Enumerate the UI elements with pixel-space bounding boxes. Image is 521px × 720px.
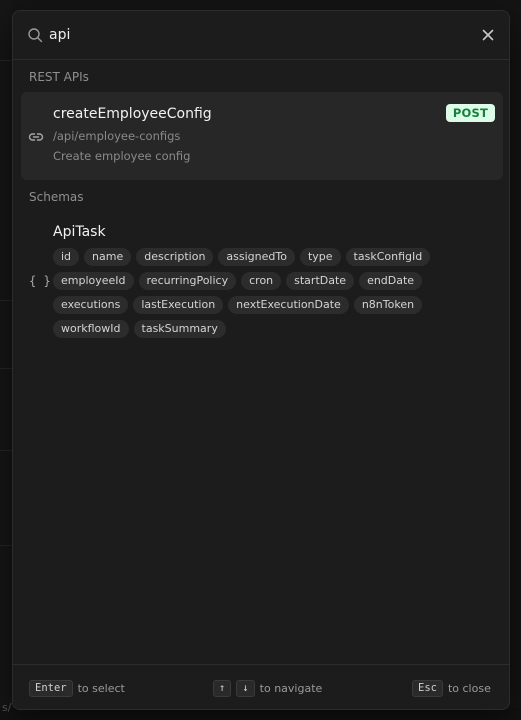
schema-field-chip: workflowId bbox=[53, 320, 129, 338]
enter-key: Enter bbox=[29, 680, 73, 697]
arrow-down-key: ↓ bbox=[236, 680, 255, 697]
schema-field-chip: cron bbox=[241, 272, 282, 290]
schema-field-chip: n8nToken bbox=[353, 296, 423, 314]
background-divider bbox=[0, 300, 12, 301]
schema-field-chip: endDate bbox=[359, 272, 423, 290]
schema-field-chip: name bbox=[84, 248, 132, 266]
schema-field-chip: executions bbox=[53, 296, 129, 314]
schema-field-chip: lastExecution bbox=[133, 296, 224, 314]
escape-key: Esc bbox=[412, 680, 443, 697]
hint-navigate-label: to navigate bbox=[259, 682, 323, 695]
schema-name: ApiTask bbox=[53, 224, 106, 240]
api-description: Create employee config bbox=[53, 149, 191, 163]
background-divider bbox=[0, 450, 12, 451]
background-divider bbox=[0, 368, 12, 369]
schema-field-chip: type bbox=[299, 248, 341, 266]
close-icon[interactable] bbox=[479, 26, 497, 44]
schema-field-chip: employeeId bbox=[53, 272, 134, 290]
hint-close-label: to close bbox=[447, 682, 491, 695]
hint-navigate: ↑ ↓ to navigate bbox=[213, 680, 322, 697]
command-palette: REST APIs createEmployeeConfig /api/empl… bbox=[12, 10, 510, 710]
search-input[interactable] bbox=[49, 23, 449, 47]
search-bar bbox=[13, 11, 509, 60]
arrow-up-key: ↑ bbox=[213, 680, 232, 697]
schema-field-chip: taskConfigId bbox=[345, 248, 431, 266]
schema-field-chip: assignedTo bbox=[218, 248, 295, 266]
background-sidebar bbox=[0, 0, 12, 720]
api-result-item[interactable]: createEmployeeConfig /api/employee-confi… bbox=[21, 92, 503, 180]
schema-field-chip: id bbox=[53, 248, 80, 266]
api-name: createEmployeeConfig bbox=[53, 106, 212, 122]
schema-field-chip: startDate bbox=[286, 272, 355, 290]
schema-field-chip: description bbox=[136, 248, 214, 266]
link-icon bbox=[28, 133, 44, 141]
search-icon bbox=[28, 28, 43, 43]
hint-close: Esc to close bbox=[412, 680, 491, 697]
background-divider bbox=[0, 545, 12, 546]
background-divider bbox=[0, 60, 12, 61]
hint-select-label: to select bbox=[77, 682, 125, 695]
hint-select: Enter to select bbox=[29, 680, 125, 697]
keyboard-hints-footer: Enter to select ↑ ↓ to navigate Esc to c… bbox=[13, 664, 509, 709]
schema-field-chip: taskSummary bbox=[133, 320, 226, 338]
http-method-badge: POST bbox=[445, 104, 495, 122]
schema-field-chip: nextExecutionDate bbox=[228, 296, 349, 314]
section-label-schemas: Schemas bbox=[29, 190, 84, 204]
api-path: /api/employee-configs bbox=[53, 129, 181, 143]
braces-icon: { } bbox=[29, 274, 51, 288]
section-label-rest-apis: REST APIs bbox=[29, 70, 89, 84]
schema-fields: id name description assignedTo type taskConfi… bbox=[53, 248, 499, 338]
schema-field-chip: recurringPolicy bbox=[138, 272, 237, 290]
background-text-fragment: s/ bbox=[2, 701, 12, 714]
